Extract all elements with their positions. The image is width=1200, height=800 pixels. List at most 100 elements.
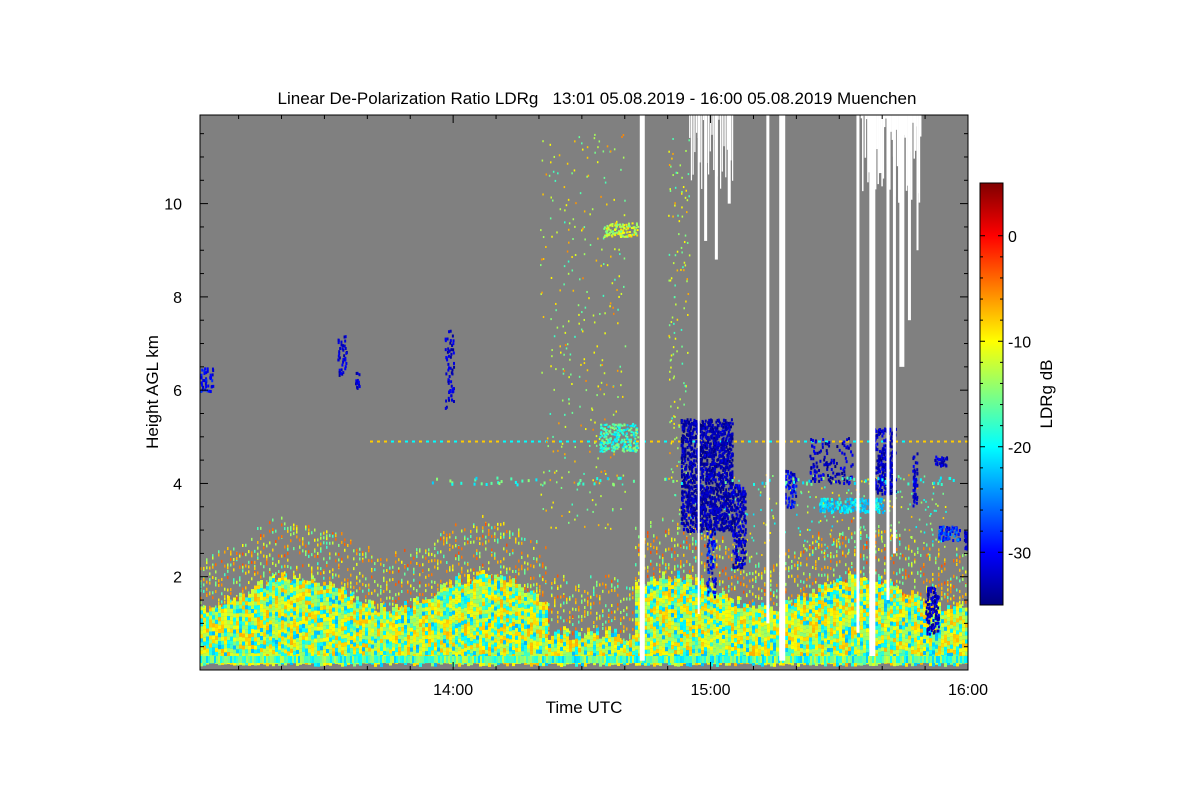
aerosol-cell bbox=[305, 608, 308, 613]
aerosol-cell bbox=[398, 631, 401, 636]
aerosol-cell bbox=[263, 648, 266, 653]
noise-cell bbox=[209, 572, 211, 576]
noise-cell bbox=[287, 547, 289, 551]
aerosol-cell bbox=[497, 620, 500, 625]
aerosol-cell bbox=[500, 639, 503, 644]
aerosol-cell bbox=[245, 609, 248, 614]
aerosol-cell bbox=[509, 611, 512, 616]
aerosol-cell bbox=[635, 633, 638, 638]
aerosol-cell bbox=[821, 600, 824, 605]
aerosol-cell bbox=[662, 631, 665, 636]
aerosol-cell bbox=[812, 592, 815, 597]
aerosol-cell bbox=[476, 595, 479, 600]
aerosol-cell bbox=[353, 622, 356, 627]
noise-cell bbox=[533, 546, 535, 550]
aerosol-cell bbox=[659, 577, 662, 582]
aerosol-cell bbox=[347, 616, 350, 621]
noise-cell bbox=[353, 557, 355, 561]
aerosol-cell bbox=[785, 643, 788, 648]
noise-cell bbox=[233, 557, 235, 561]
aerosol-cell bbox=[500, 587, 503, 592]
aerosol-cell bbox=[530, 614, 533, 619]
aerosol-cell bbox=[380, 662, 383, 667]
aerosol-cell bbox=[770, 650, 773, 655]
aerosol-cell bbox=[527, 604, 530, 609]
aerosol-cell bbox=[494, 586, 497, 591]
aerosol-cell bbox=[536, 605, 539, 610]
noise-cell bbox=[374, 568, 376, 572]
aerosol-cell bbox=[545, 613, 548, 618]
aerosol-cell bbox=[521, 635, 524, 640]
aerosol-cell bbox=[716, 622, 719, 627]
aerosol-cell bbox=[356, 648, 359, 653]
aerosol-cell bbox=[287, 583, 290, 588]
aerosol-cell bbox=[470, 637, 473, 642]
aerosol-cell bbox=[656, 617, 659, 622]
aerosol-cell bbox=[716, 630, 719, 635]
aerosol-cell bbox=[785, 611, 788, 616]
aerosol-cell bbox=[647, 581, 650, 586]
aerosol-cell bbox=[734, 610, 737, 615]
aerosol-cell bbox=[785, 631, 788, 636]
aerosol-cell bbox=[671, 601, 674, 606]
aerosol-cell bbox=[329, 629, 332, 634]
aerosol-cell bbox=[584, 662, 587, 667]
noise-cell bbox=[665, 530, 667, 534]
noise-cell bbox=[311, 574, 313, 578]
aerosol-cell bbox=[521, 587, 524, 592]
aerosol-cell bbox=[446, 587, 449, 592]
aerosol-cell bbox=[635, 589, 638, 594]
aerosol-cell bbox=[809, 605, 812, 610]
noise-cell bbox=[230, 599, 232, 603]
aerosol-cell bbox=[257, 625, 260, 630]
noise-cell bbox=[659, 541, 661, 545]
aerosol-cell bbox=[479, 630, 482, 635]
noise-cell bbox=[569, 610, 571, 614]
aerosol-cell bbox=[485, 621, 488, 626]
aerosol-cell bbox=[665, 631, 668, 636]
aerosol-cell bbox=[593, 641, 596, 646]
aerosol-cell bbox=[209, 615, 212, 620]
noise-cell bbox=[215, 605, 217, 609]
aerosol-cell bbox=[284, 581, 287, 586]
noise-cell bbox=[632, 596, 634, 600]
aerosol-cell bbox=[665, 615, 668, 620]
aerosol-cell bbox=[689, 578, 692, 583]
noise-cell bbox=[674, 550, 676, 554]
noise-cell bbox=[353, 549, 355, 553]
aerosol-cell bbox=[350, 632, 353, 637]
noise-cell bbox=[509, 575, 511, 579]
aerosol-cell bbox=[407, 611, 410, 616]
aerosol-cell bbox=[578, 632, 581, 637]
aerosol-cell bbox=[503, 628, 506, 633]
aerosol-cell bbox=[689, 602, 692, 607]
aerosol-cell bbox=[332, 639, 335, 644]
noise-cell bbox=[287, 565, 289, 569]
aerosol-cell bbox=[677, 650, 680, 655]
aerosol-cell bbox=[323, 581, 326, 586]
noise-cell bbox=[374, 562, 376, 566]
noise-cell bbox=[701, 552, 703, 556]
noise-cell bbox=[560, 627, 562, 631]
noise-cell bbox=[506, 570, 508, 574]
aerosol-cell bbox=[755, 648, 758, 653]
aerosol-cell bbox=[743, 643, 746, 648]
aerosol-cell bbox=[437, 647, 440, 652]
aerosol-cell bbox=[290, 596, 293, 601]
aerosol-cell bbox=[746, 612, 749, 617]
aerosol-cell bbox=[755, 612, 758, 617]
aerosol-cell bbox=[314, 646, 317, 651]
aerosol-cell bbox=[401, 615, 404, 620]
aerosol-cell bbox=[293, 595, 296, 600]
aerosol-cell bbox=[395, 620, 398, 625]
noise-cell bbox=[359, 579, 361, 583]
aerosol-cell bbox=[446, 631, 449, 636]
noise-cell bbox=[674, 565, 676, 569]
aerosol-cell bbox=[728, 649, 731, 654]
aerosol-cell bbox=[704, 599, 707, 604]
noise-cell bbox=[659, 567, 661, 571]
aerosol-cell bbox=[653, 590, 656, 595]
aerosol-cell bbox=[728, 641, 731, 646]
aerosol-cell bbox=[377, 652, 380, 657]
noise-cell bbox=[245, 571, 247, 575]
